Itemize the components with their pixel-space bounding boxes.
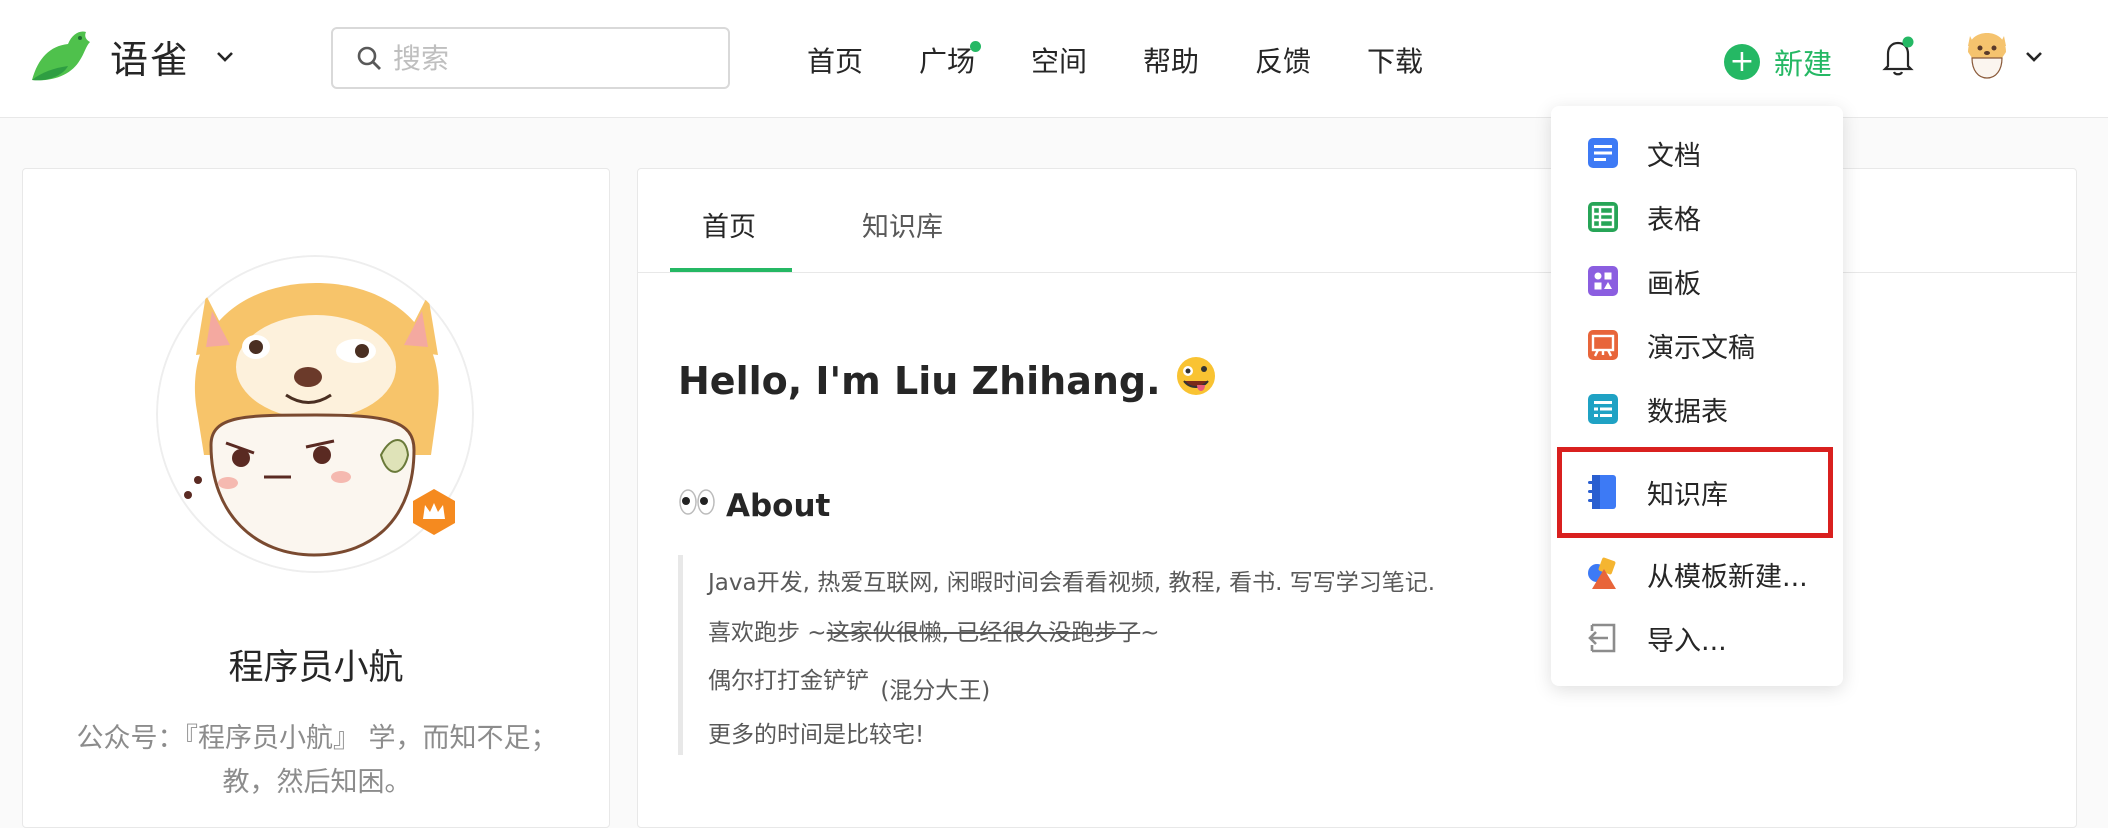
about-title: About [726,488,831,524]
menu-item-label: 数据表 [1647,396,1728,428]
search-box[interactable] [331,27,730,89]
highlight-box [1557,447,1833,538]
main-card: 首页 知识库 Hello, I'm Liu Zhihang. About Jav… [637,168,2077,828]
about-line-1: Java开发, 热爱互联网, 闲暇时间会看看视频, 教程, 看书. 写写学习笔记… [708,570,1436,596]
about-line-4: 更多的时间是比较宅! [708,722,925,748]
about-line-3-main: 偶尔打打金铲铲 [708,668,869,694]
new-dropdown-menu: 文档 表格 画板 演示文稿 数据表 知识库 从模板新建... 导入... [1551,106,1843,686]
tab-bar: 首页 知识库 [638,169,2076,273]
menu-item-board[interactable]: 画板 [1551,252,1843,310]
brand-switcher[interactable]: 语雀 [28,28,236,84]
nav-space[interactable]: 空间 [1031,40,1087,80]
nav-download[interactable]: 下载 [1367,40,1423,80]
nav-square[interactable]: 广场 [919,40,975,80]
bell-icon[interactable] [1880,36,1916,78]
chevron-down-icon [217,52,233,62]
menu-item-label: 文档 [1647,140,1701,172]
menu-item-label: 画板 [1647,268,1701,300]
menu-item-doc[interactable]: 文档 [1551,124,1843,182]
brand-name: 语雀 [110,37,191,82]
yuque-bird-icon [32,31,90,81]
menu-item-label: 演示文稿 [1647,332,1755,364]
menu-item-datatable[interactable]: 数据表 [1551,380,1843,438]
menu-item-from-template[interactable]: 从模板新建... [1551,545,1843,603]
about-line-3: 偶尔打打金铲铲 (混分大王) [708,661,990,704]
profile-name: 程序员小航 [228,648,404,688]
plus-circle-icon: + [1724,44,1760,80]
tab-active-indicator [670,268,792,272]
about-line-2: 喜欢跑步 ~这家伙很懒, 已经很久没跑步了~ [708,613,1160,647]
menu-item-label: 从模板新建... [1647,561,1808,593]
template-icon [1588,557,1616,589]
hello-text: Hello, I'm Liu Zhihang. [678,358,1161,403]
new-button-label: 新建 [1774,47,1833,81]
menu-item-import[interactable]: 导入... [1551,609,1843,667]
about-quote: Java开发, 热爱互联网, 闲暇时间会看看视频, 教程, 看书. 写写学习笔记… [678,555,1603,755]
about-line-2-prefix: 喜欢跑步 ~ [708,620,827,646]
profile-bio: 公众号：『程序员小航』 学，而知不足；教，然后知困。 [76,723,558,798]
profile-card: 程序员小航 公众号：『程序员小航』 学，而知不足；教，然后知困。 [22,168,610,828]
nav-feedback[interactable]: 反馈 [1255,40,1311,80]
datatable-icon [1588,394,1618,424]
menu-item-label: 导入... [1647,625,1727,657]
hello-heading: Hello, I'm Liu Zhihang. [678,355,1217,406]
about-line-2-suffix: ~ [1140,620,1160,646]
about-line-3-small: (混分大王) [880,678,991,704]
search-icon [357,46,381,70]
menu-item-label: 表格 [1647,204,1701,236]
nav-square-dot [970,41,981,52]
slides-icon [1588,330,1618,360]
new-button[interactable]: + 新建 [1724,41,1832,83]
zany-face-icon [1175,355,1217,406]
tab-knowledge-base[interactable]: 知识库 [862,205,943,244]
doc-icon [1588,138,1618,168]
top-bar: 语雀 首页 广场 空间 帮助 反馈 下载 + 新建 [0,0,2108,118]
eyes-icon [678,487,716,525]
tab-home[interactable]: 首页 [702,205,756,244]
chevron-down-icon[interactable] [2024,48,2044,66]
sheet-icon [1588,202,1618,232]
about-line-2-strike: 这家伙很懒, 已经很久没跑步了 [826,620,1141,646]
nav-home[interactable]: 首页 [807,40,863,80]
user-avatar[interactable] [1964,30,2010,82]
crown-icon [413,489,455,535]
nav-help[interactable]: 帮助 [1143,40,1199,80]
about-heading: About [678,487,830,525]
import-icon [1588,623,1616,653]
menu-item-sheet[interactable]: 表格 [1551,188,1843,246]
search-input[interactable] [391,40,695,76]
board-icon [1588,266,1618,296]
menu-item-slides[interactable]: 演示文稿 [1551,316,1843,374]
